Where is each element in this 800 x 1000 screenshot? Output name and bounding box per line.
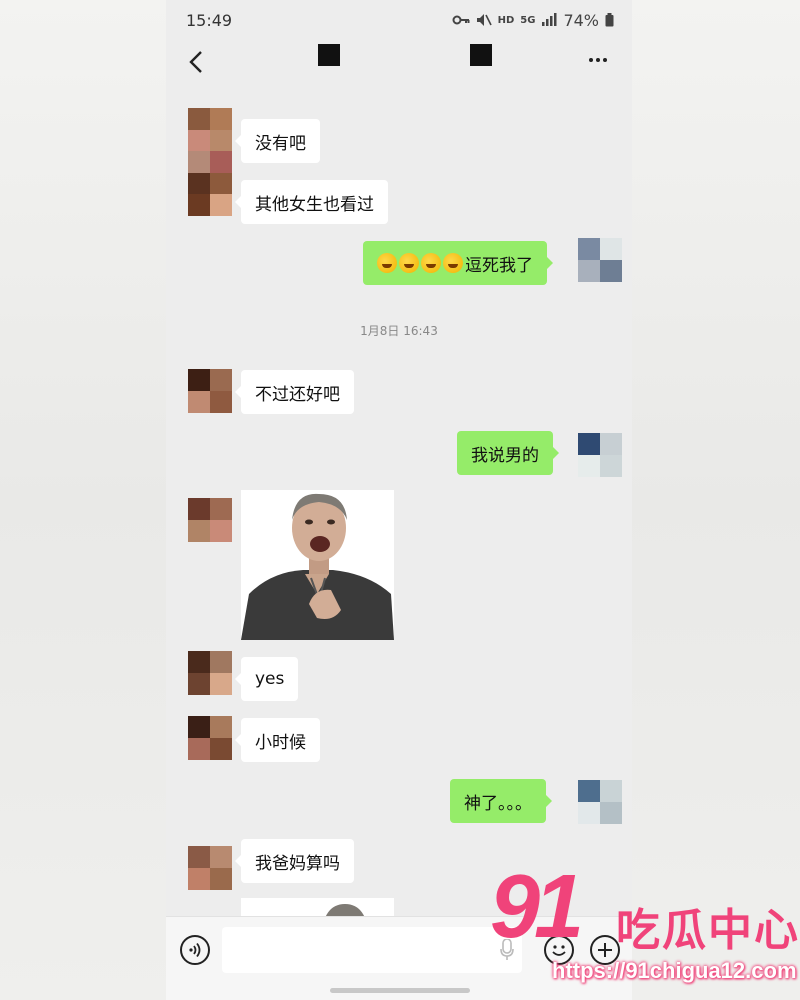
message-bubble-received[interactable]: 我爸妈算吗 <box>235 839 354 883</box>
contact-avatar[interactable] <box>188 108 232 216</box>
mute-icon <box>476 14 492 26</box>
hd-label: HD <box>497 14 515 26</box>
message-bubble-received[interactable]: 其他女生也看过 <box>235 180 388 224</box>
chevron-left-icon <box>189 51 202 73</box>
contact-avatar[interactable] <box>188 651 232 695</box>
message-text: 神了。。。 <box>464 793 532 814</box>
message-text: 没有吧 <box>255 133 306 154</box>
battery-percent: 74% <box>563 10 599 30</box>
my-avatar[interactable] <box>578 780 622 824</box>
home-indicator[interactable] <box>330 988 470 993</box>
voice-mode-button[interactable] <box>180 935 210 965</box>
contact-avatar[interactable] <box>188 846 232 890</box>
message-text: yes <box>255 669 285 689</box>
phone-screen: 15:49 HD 5G 74% 没有吧 其他女生也看过 逗死我了 1月8日 16… <box>166 0 632 1000</box>
watermark-name: 吃瓜中心 <box>616 905 800 956</box>
message-text: 小时候 <box>255 732 306 753</box>
battery-icon <box>605 13 614 27</box>
rofl-emoji <box>421 253 441 273</box>
message-text: 不过还好吧 <box>255 384 340 405</box>
message-text: 逗死我了 <box>465 255 533 276</box>
redacted-title-block <box>318 44 340 66</box>
rofl-emoji <box>377 253 397 273</box>
message-text: 我说男的 <box>471 445 539 466</box>
message-bubble-sent[interactable]: 我说男的 <box>457 431 559 475</box>
contact-avatar[interactable] <box>188 716 232 760</box>
my-avatar[interactable] <box>578 433 622 477</box>
watermark-url: https://91chigua12.com <box>552 958 797 983</box>
rofl-emoji <box>399 253 419 273</box>
more-dots-icon <box>589 58 593 62</box>
more-button[interactable] <box>584 48 612 72</box>
sticker-image[interactable] <box>241 490 394 640</box>
message-bubble-received[interactable]: yes <box>234 657 299 701</box>
redacted-title-block <box>470 44 492 66</box>
background-left <box>0 0 166 1000</box>
signal-icon <box>542 13 557 26</box>
message-text: 我爸妈算吗 <box>255 853 340 874</box>
message-bubble-received[interactable]: 不过还好吧 <box>235 370 354 414</box>
site-watermark: 91 吃瓜中心 https://91chigua12.com <box>490 862 798 996</box>
voice-mode-icon <box>189 942 201 958</box>
status-icons: HD 5G 74% <box>452 11 614 30</box>
status-time: 15:49 <box>186 10 233 30</box>
contact-avatar[interactable] <box>188 369 232 413</box>
message-bubble-received[interactable]: 小时候 <box>235 718 320 762</box>
message-input[interactable] <box>222 927 522 973</box>
key-icon <box>452 15 470 25</box>
sticker-person-illustration <box>241 490 394 640</box>
message-text: 其他女生也看过 <box>255 194 374 215</box>
contact-avatar[interactable] <box>188 498 232 542</box>
status-bar: 15:49 HD 5G 74% <box>166 0 632 40</box>
message-bubble-sent[interactable]: 逗死我了 <box>363 241 553 285</box>
message-timestamp: 1月8日 16:43 <box>360 324 438 338</box>
watermark-number: 91 <box>490 857 584 957</box>
message-bubble-sent[interactable]: 神了。。。 <box>450 779 552 823</box>
my-avatar[interactable] <box>578 238 622 282</box>
background-right <box>632 0 800 1000</box>
back-button[interactable] <box>184 48 208 76</box>
message-bubble-received[interactable]: 没有吧 <box>235 119 320 163</box>
network-label: 5G <box>520 14 536 26</box>
chat-header <box>166 40 632 84</box>
rofl-emoji <box>443 253 463 273</box>
